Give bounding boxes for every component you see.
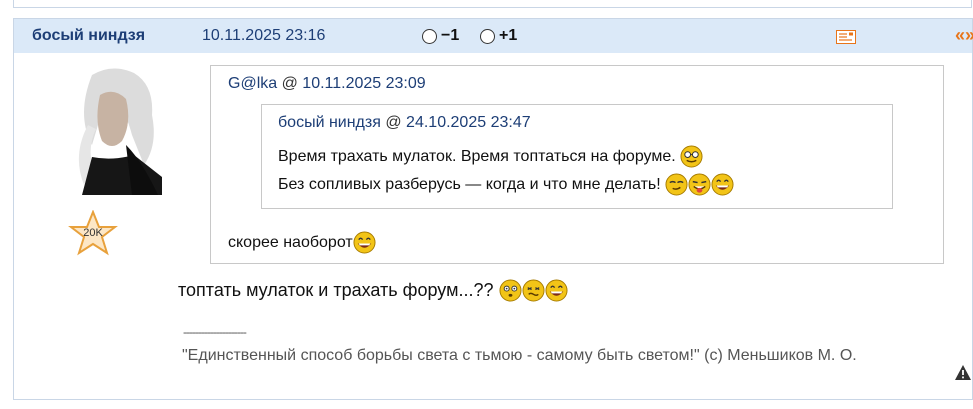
rank-label: 20K [83, 227, 103, 239]
quote-header: G@lka @ 10.11.2025 23:09 [228, 75, 426, 93]
tongue-smiley-icon [688, 173, 711, 196]
vote-plus-option[interactable]: +1 [480, 27, 517, 45]
post-body-label: топтать мулаток и трахать форум...?? [178, 280, 494, 300]
vote-plus-label: +1 [499, 27, 518, 44]
laughing-smiley-icon [353, 231, 376, 254]
vote-minus-label: −1 [441, 27, 460, 44]
nested-quote-block: босый ниндзя @ 24.10.2025 23:47 Время тр… [261, 104, 893, 209]
vote-minus-radio[interactable] [422, 28, 437, 44]
dizzy-smiley-icon [498, 279, 522, 302]
quote-at-sign: @ [281, 75, 298, 92]
signature-separator: --------------------- [183, 325, 247, 339]
laughing-smiley-icon [544, 279, 568, 302]
quote-block: G@lka @ 10.11.2025 23:09 босый ниндзя @ … [210, 65, 944, 264]
glasses-smiley-icon [680, 145, 703, 168]
post-author-link[interactable]: босый ниндзя [32, 27, 145, 45]
vote-minus-option[interactable]: −1 [422, 27, 459, 45]
laughing-smiley-icon [711, 173, 734, 196]
sleepy-smiley-icon [665, 173, 688, 196]
quote-author-link[interactable]: G@lka [228, 75, 277, 92]
nested-quote-author-link[interactable]: босый ниндзя [278, 114, 381, 131]
post-date: 10.11.2025 23:16 [202, 27, 326, 44]
post-body-text: топтать мулаток и трахать форум...?? [178, 279, 568, 302]
user-avatar[interactable] [62, 65, 162, 195]
quote-reply-line: скорее наоборот [228, 231, 376, 254]
signature-text: "Единственный способ борьбы света с тьмо… [182, 347, 857, 364]
nested-quote-header: босый ниндзя @ 24.10.2025 23:47 [278, 114, 531, 132]
nested-quote-line-2: Без сопливых разберусь — когда и что мне… [278, 173, 734, 196]
nested-quote-text-2: Без сопливых разберусь — когда и что мне… [278, 175, 661, 193]
forum-post: босый ниндзя 10.11.2025 23:16 −1 +1 «» 2… [13, 18, 973, 400]
private-message-icon[interactable] [836, 30, 856, 44]
vote-plus-radio[interactable] [480, 28, 495, 44]
quote-date-link[interactable]: 10.11.2025 23:09 [302, 75, 425, 92]
nested-quote-line-1: Время трахать мулаток. Время топтаться н… [278, 145, 703, 168]
report-warning-icon[interactable] [954, 364, 972, 382]
previous-post-edge [13, 0, 972, 8]
nested-quote-date-link[interactable]: 24.10.2025 23:47 [406, 114, 531, 131]
nested-quote-at-sign: @ [385, 114, 402, 131]
confused-smiley-icon [521, 279, 545, 302]
nested-quote-text-1: Время трахать мулаток. Время топтаться н… [278, 147, 676, 165]
quote-post-button[interactable]: «» [955, 25, 973, 46]
post-header: босый ниндзя 10.11.2025 23:16 −1 +1 «» [14, 19, 973, 53]
quote-reply-text: скорее наоборот [228, 233, 353, 251]
